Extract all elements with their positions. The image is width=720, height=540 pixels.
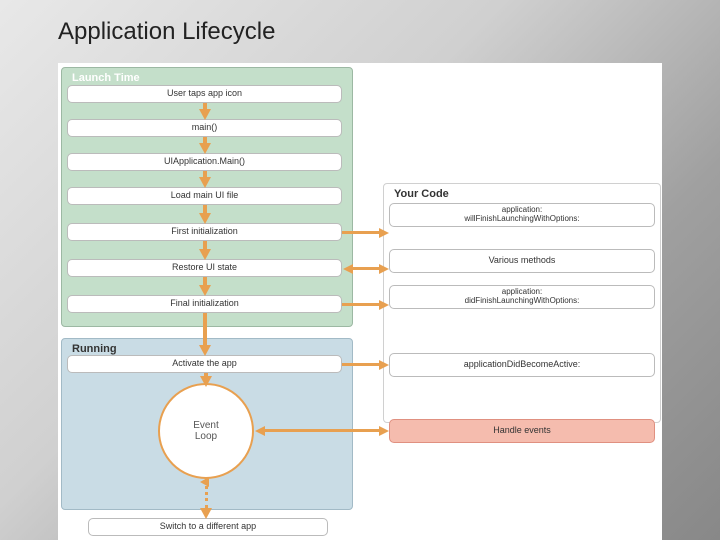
arrow-bidir (352, 267, 380, 270)
arrow-right-icon (379, 360, 389, 370)
step-load-ui: Load main UI file (67, 187, 342, 205)
step-uiapplicationmain: UIApplication.Main() (67, 153, 342, 171)
arrow-down-icon (200, 508, 212, 519)
arrow-down-icon (199, 213, 211, 224)
arrow-connector (203, 277, 207, 285)
arrow-down-icon (200, 376, 212, 387)
arrow-right-icon (379, 426, 389, 436)
arrow-connector (203, 313, 207, 345)
code-handle-events: Handle events (389, 419, 655, 443)
step-main: main() (67, 119, 342, 137)
step-restore-ui: Restore UI state (67, 259, 342, 277)
running-panel-title: Running (72, 343, 117, 355)
arrow-right-icon (379, 228, 389, 238)
page-title: Application Lifecycle (58, 18, 275, 46)
arrow-down-icon (199, 177, 211, 188)
arrow-right (342, 231, 380, 234)
event-loop: Event Loop (158, 383, 254, 479)
arrow-right (342, 303, 380, 306)
step-user-taps: User taps app icon (67, 85, 342, 103)
step-activate: Activate the app (67, 355, 342, 373)
arrow-down-icon (199, 143, 211, 154)
arrow-right-icon (379, 264, 389, 274)
arrow-down-icon (199, 345, 211, 356)
arrow-down-icon (199, 109, 211, 120)
code-willfinish: application: willFinishLaunchingWithOpti… (389, 203, 655, 227)
event-loop-label: Event Loop (193, 420, 219, 442)
code-didactive: applicationDidBecomeActive: (389, 353, 655, 377)
arrow-right-icon (379, 300, 389, 310)
arrow-bidir (264, 429, 380, 432)
step-switch-app: Switch to a different app (88, 518, 328, 536)
arrow-right (342, 363, 380, 366)
launch-panel-title: Launch Time (72, 72, 140, 84)
arrow-left-icon (255, 426, 265, 436)
arrow-connector (203, 241, 207, 249)
step-final-init: Final initialization (67, 295, 342, 313)
arrow-connector (203, 205, 207, 213)
diagram-canvas: Launch Time Running Your Code User taps … (58, 63, 662, 540)
arrow-down-icon (199, 249, 211, 260)
loop-arrow-icon (200, 477, 209, 487)
step-first-init: First initialization (67, 223, 342, 241)
arrow-left-icon (343, 264, 353, 274)
arrow-down-icon (199, 285, 211, 296)
code-various: Various methods (389, 249, 655, 273)
yourcode-panel-title: Your Code (394, 188, 449, 200)
code-didfinish: application: didFinishLaunchingWithOptio… (389, 285, 655, 309)
